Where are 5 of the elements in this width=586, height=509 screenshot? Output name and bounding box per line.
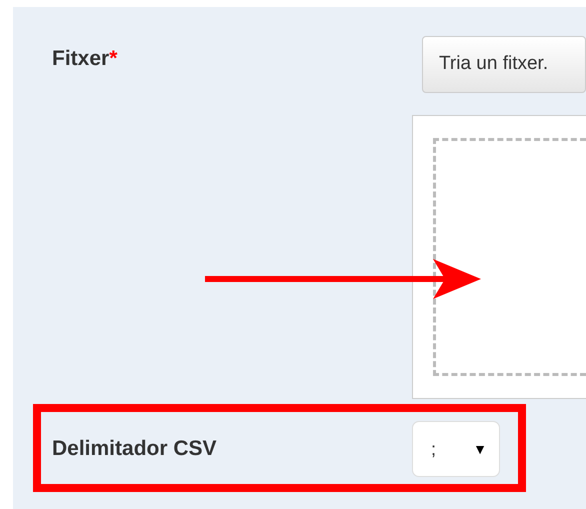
csv-delimiter-label: Delimitador CSV [51, 436, 218, 462]
delimiter-select[interactable]: ; ▼ [412, 421, 500, 477]
choose-file-button[interactable]: Tria un fitxer. [422, 36, 586, 93]
drop-zone[interactable] [412, 115, 586, 399]
file-label: Fitxer* [52, 47, 118, 70]
